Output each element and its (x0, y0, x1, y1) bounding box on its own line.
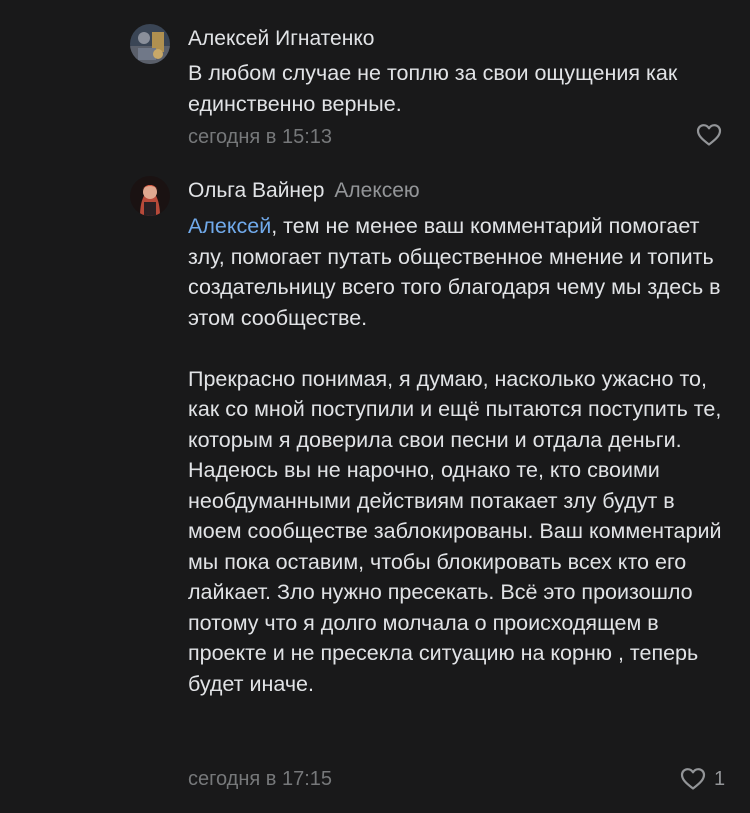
like-button[interactable]: 1 (680, 765, 725, 793)
comment-paragraph: В любом случае не топлю за свои ощущения… (188, 61, 678, 116)
avatar-photo-icon (130, 176, 170, 216)
avatar[interactable] (130, 176, 170, 216)
heart-icon (680, 768, 706, 790)
avatar-photo-icon (130, 24, 170, 64)
comment-timestamp[interactable]: сегодня в 17:15 (188, 766, 332, 792)
comment-paragraph: Алексей, тем не менее ваш комментарий по… (188, 211, 728, 333)
like-button[interactable] (696, 121, 722, 149)
comment-paragraph: Прекрасно понимая, я думаю, насколько уж… (188, 366, 722, 696)
comment-text: В любом случае не топлю за свои ощущения… (188, 58, 728, 119)
author-name[interactable]: Алексей Игнатенко (188, 27, 374, 50)
reply-to-link[interactable]: Алексею (334, 179, 419, 202)
avatar[interactable] (130, 24, 170, 64)
author-name[interactable]: Ольга Вайнер (188, 179, 324, 202)
comment-timestamp[interactable]: сегодня в 15:13 (188, 124, 332, 150)
like-count: 1 (714, 767, 726, 790)
author-line: Ольга Вайнер Алексею (188, 178, 420, 204)
author-line: Алексей Игнатенко (188, 26, 374, 52)
comment-text: Алексей, тем не менее ваш комментарий по… (188, 211, 728, 699)
mention-link[interactable]: Алексей (188, 214, 271, 238)
heart-icon (696, 124, 722, 146)
